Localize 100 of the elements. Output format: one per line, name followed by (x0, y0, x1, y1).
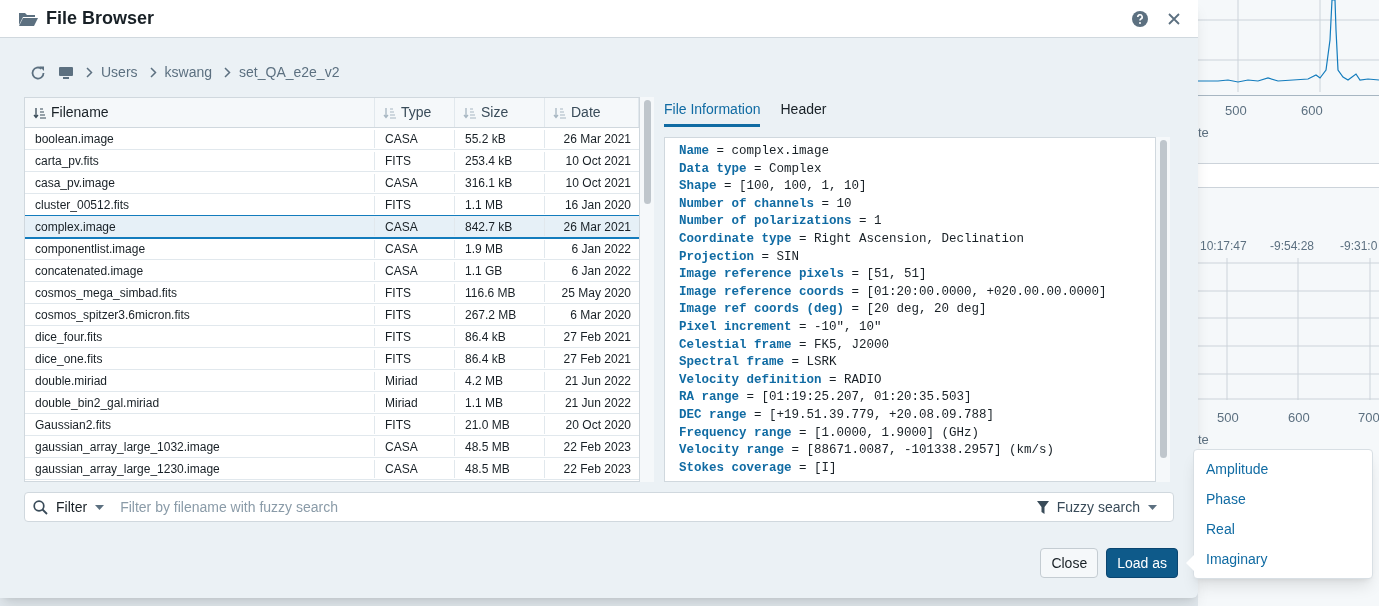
info-line: Image reference coords = [01:20:00.0000, +020.00.00.0000] (679, 283, 1107, 301)
table-cell: CASA (375, 261, 455, 280)
table-cell: FITS (375, 349, 455, 368)
file-row[interactable]: cosmos_spitzer3.6micron.fits FITS 267.2 MB 6 Mar 2020 (25, 304, 639, 326)
file-row[interactable]: dice_four.fits FITS 86.4 kB 27 Feb 2021 (25, 326, 639, 348)
table-cell: FITS (375, 305, 455, 324)
table-cell-text: 20 Oct 2020 (564, 416, 632, 434)
chevron-icon (224, 67, 232, 78)
info-line: Name = complex.image (679, 143, 830, 160)
table-cell: Gaussian2.fits (25, 415, 375, 434)
info-tab[interactable]: Header (780, 99, 827, 127)
scrollbar[interactable] (1156, 137, 1170, 482)
table-cell: 116.6 MB (455, 283, 545, 302)
axis-tick-label: 500 (1217, 409, 1239, 427)
table-cell: FITS (375, 327, 455, 346)
file-row[interactable]: componentlist.image CASA 1.9 MB 6 Jan 2022 (25, 238, 639, 260)
table-cell: CASA (375, 239, 455, 258)
table-cell: concatenated.image (25, 261, 375, 280)
help-icon[interactable] (1132, 10, 1148, 27)
axis-tick-label: 500 (1225, 102, 1247, 120)
funnel-icon (1036, 500, 1049, 514)
table-cell: componentlist.image (25, 239, 375, 258)
file-row[interactable]: double.miriad Miriad 4.2 MB 21 Jun 2022 (25, 370, 639, 392)
axis-label: te (1198, 431, 1209, 449)
breadcrumb-link[interactable]: kswang (164, 62, 213, 83)
table-cell: 4.2 MB (455, 371, 545, 390)
table-cell: 1.1 MB (455, 195, 545, 214)
table-cell: gaussian_array_large_1230.image (25, 459, 375, 478)
table-cell-text: 10 Oct 2021 (564, 152, 632, 170)
info-line: Coordinate type = Right Ascension, Declination (679, 230, 1025, 248)
file-row[interactable]: Gaussian2.fits FITS 21.0 MB 20 Oct 2020 (25, 414, 639, 436)
info-line: Pixel increment = -10", 10" (679, 318, 882, 336)
column-header[interactable]: Size (455, 98, 545, 127)
info-line: Image reference pixels = [51, 51] (679, 266, 927, 284)
table-cell-text: 27 Feb 2021 (562, 328, 632, 346)
axis-label: te (1198, 124, 1209, 142)
filter-dropdown[interactable]: Filter (56, 496, 105, 518)
axis-tick-label: -9:31:0 (1340, 238, 1378, 255)
table-cell: 267.2 MB (455, 305, 545, 324)
caret-icon (1148, 504, 1157, 510)
folder-icon (18, 10, 38, 27)
file-row[interactable]: concatenated.image CASA 1.1 GB 6 Jan 2022 (25, 260, 639, 282)
info-tab[interactable]: File Information (664, 99, 761, 127)
column-header[interactable]: Filename (25, 98, 375, 127)
table-cell: 842.7 kB (455, 217, 545, 236)
table-cell: FITS (375, 415, 455, 434)
file-row[interactable]: boolean.image CASA 55.2 kB 26 Mar 2021 (25, 128, 639, 150)
computer-icon[interactable] (58, 65, 74, 80)
axis-tick-label: -9:54:28 (1270, 238, 1315, 255)
table-cell: Miriad (375, 393, 455, 412)
table-cell: boolean.image (25, 129, 375, 148)
table-cell: cosmos_spitzer3.6micron.fits (25, 305, 375, 324)
file-row[interactable]: cosmos_mega_simbad.fits FITS 116.6 MB 25 May 2020 (25, 282, 639, 304)
table-cell-text: 6 Jan 2022 (570, 240, 632, 258)
sort-icon (553, 106, 567, 119)
breadcrumb-link[interactable]: set_QA_e2e_v2 (239, 62, 340, 83)
menu-item[interactable]: Real (1194, 514, 1372, 544)
fuzzy-search-dropdown[interactable]: Fuzzy search (1036, 496, 1165, 518)
info-line: DEC range = [+19.51.39.779, +20.08.09.788] (679, 406, 995, 424)
sort-icon (383, 106, 397, 119)
menu-item[interactable]: Amplitude (1194, 454, 1372, 484)
scrollbar[interactable] (640, 97, 654, 482)
table-cell-text: 26 Mar 2021 (562, 218, 632, 236)
breadcrumb-link[interactable]: Users (101, 62, 138, 83)
info-line: Shape = [100, 100, 1, 10] (679, 178, 867, 196)
filter-field[interactable]: Filter Filter by filename with fuzzy search Fuzzy search (24, 492, 1174, 522)
file-row[interactable]: complex.image CASA 842.7 kB 26 Mar 2021 (25, 216, 639, 238)
menu-item[interactable]: Imaginary (1194, 544, 1372, 574)
chevron-icon (86, 67, 93, 78)
close-button[interactable]: Close (1040, 548, 1099, 578)
refresh-icon[interactable] (30, 64, 46, 81)
table-cell: 86.4 kB (455, 349, 545, 368)
table-cell: double_bin2_gal.miriad (25, 393, 375, 412)
file-row[interactable]: casa_pv.image CASA 316.1 kB 10 Oct 2021 (25, 172, 639, 194)
table-cell: cluster_00512.fits (25, 195, 375, 214)
table-cell: casa_pv.image (25, 173, 375, 192)
column-header[interactable]: Date (545, 98, 639, 127)
file-row[interactable]: gaussian_array_large_1032.image CASA 48.5 MB 22 Feb 2023 (25, 436, 639, 458)
table-cell: 253.4 kB (455, 151, 545, 170)
table-cell-text: 6 Jan 2022 (570, 262, 632, 280)
column-header[interactable]: Type (375, 98, 455, 127)
table-cell-text: 22 Feb 2023 (562, 438, 632, 456)
file-row[interactable]: gaussian_array_large_1230.image CASA 48.5 MB 22 Feb 2023 (25, 458, 639, 480)
caret-icon (95, 504, 105, 510)
menu-item[interactable]: Phase (1194, 484, 1372, 514)
table-cell: FITS (375, 151, 455, 170)
close-icon[interactable] (1168, 12, 1180, 25)
load-as-button[interactable]: Load as (1106, 548, 1178, 578)
table-cell: CASA (375, 129, 455, 148)
table-cell: CASA (375, 173, 455, 192)
file-row[interactable]: carta_pv.fits FITS 253.4 kB 10 Oct 2021 (25, 150, 639, 172)
table-cell-text: 6 Mar 2020 (569, 306, 632, 324)
file-row[interactable]: double_bin2_gal.miriad Miriad 1.1 MB 21 Jun 2022 (25, 392, 639, 414)
table-cell-text: 10 Oct 2021 (564, 174, 632, 192)
info-line: Data type = Complex (679, 160, 822, 178)
table-cell: FITS (375, 195, 455, 214)
table-cell: Miriad (375, 371, 455, 390)
info-line: RA range = [01:19:25.207, 01:20:35.503] (679, 389, 972, 407)
file-row[interactable]: dice_one.fits FITS 86.4 kB 27 Feb 2021 (25, 348, 639, 370)
table-cell: dice_four.fits (25, 327, 375, 346)
